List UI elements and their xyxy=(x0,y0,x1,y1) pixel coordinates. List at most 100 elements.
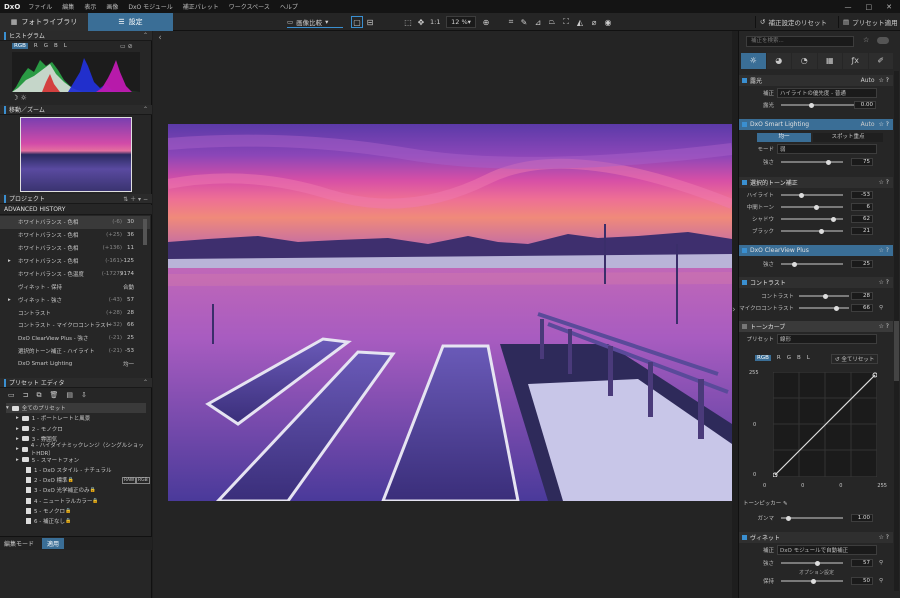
tone-blacks-knob[interactable] xyxy=(819,228,824,234)
menu-dxo-module[interactable]: DxO モジュール xyxy=(128,2,172,11)
toggle-switch[interactable] xyxy=(877,37,889,44)
curve-in-min[interactable]: 0 xyxy=(753,472,756,478)
preset-tree-item[interactable]: 2 - DxO 標準 🔒 RAW RGB xyxy=(6,475,150,485)
history-row[interactable]: コントラスト (+28) 28 xyxy=(0,306,150,319)
copy-icon[interactable]: ⧉ xyxy=(37,391,42,400)
expand-arrow-icon[interactable]: ▸ xyxy=(8,297,11,303)
exposure-header[interactable]: 露光 Auto ☆ ? xyxy=(739,75,893,86)
collapse-icon[interactable]: ⌃ xyxy=(143,106,148,113)
reset-corrections-button[interactable]: ↺ 補正設定のリセット xyxy=(755,16,833,28)
exposure-knob[interactable] xyxy=(809,102,814,108)
right-scrollbar[interactable] xyxy=(894,71,899,591)
channel-rgb[interactable]: RGB xyxy=(12,43,28,49)
expand-arrow-icon[interactable]: ▸ xyxy=(16,415,19,421)
color-tab-icon[interactable]: ◕ xyxy=(766,53,791,69)
menu-edit[interactable]: 編集 xyxy=(62,2,74,11)
tab-customize[interactable]: ☰ 設定 xyxy=(88,13,173,31)
curve-in-mid[interactable]: 0 xyxy=(753,422,756,428)
light-tab-icon[interactable]: ☼ xyxy=(741,53,766,69)
vignette-options-label[interactable]: オプション設定 xyxy=(799,569,834,576)
tonecurve-header[interactable]: トーンカーブ ☆ ? xyxy=(739,321,893,332)
smart-lighting-mode-select[interactable]: 弱 xyxy=(777,144,877,154)
retouch-icon[interactable]: ◭ xyxy=(574,16,586,28)
tonecurve-preset-select[interactable]: 線形 xyxy=(777,334,877,344)
search-input[interactable]: 補正を検索... xyxy=(746,36,854,47)
curve-in-max[interactable]: 255 xyxy=(749,370,759,376)
apply-mode-button[interactable]: 適用 xyxy=(42,538,65,549)
tc-channel-rgb[interactable]: RGB xyxy=(755,355,771,361)
vignette-strength-value[interactable]: 57 xyxy=(851,559,873,567)
zoom-1-1-button[interactable]: 1:1 xyxy=(430,16,440,28)
preset-tree-item[interactable]: ▾ 全てのプリセット xyxy=(6,403,146,413)
clearview-slider[interactable] xyxy=(781,263,843,265)
tc-channel-r[interactable]: R xyxy=(777,355,781,361)
split-view-icon[interactable]: ⊟ xyxy=(364,16,376,28)
history-row[interactable]: ホワイトバランス - 色相 (+25) 36 xyxy=(0,229,150,242)
maximize-button[interactable]: □ xyxy=(866,3,873,11)
smart-lighting-value[interactable]: 75 xyxy=(851,158,873,166)
history-row[interactable]: 選択的トーン補正 - ハイライト (-21) -53 xyxy=(0,345,150,358)
history-row[interactable]: DxO ClearView Plus - 強さ (-21) 25 xyxy=(0,332,150,345)
curve-out-3[interactable]: 255 xyxy=(877,483,887,489)
preset-tree-item[interactable]: ▸ 2 - モノクロ xyxy=(6,424,146,434)
clearview-header[interactable]: DxO ClearView Plus ☆ ? xyxy=(739,245,893,256)
micro-contrast-knob[interactable] xyxy=(834,305,839,311)
preset-tree-item[interactable]: 1 - DxO スタイル - ナチュラル xyxy=(6,465,146,475)
preset-tree-item[interactable]: 5 - モノクロ 🔒 xyxy=(6,506,146,516)
tc-channel-l[interactable]: L xyxy=(807,355,810,361)
clearview-knob[interactable] xyxy=(792,261,797,267)
channel-g[interactable]: G xyxy=(44,43,48,49)
history-scrollbar[interactable] xyxy=(143,219,147,245)
single-view-icon[interactable]: ▢ xyxy=(351,16,363,28)
project-controls[interactable]: ⇅ ＋ ▾ − xyxy=(123,194,148,203)
history-row[interactable]: ホワイトバランス - 色相 (-6) 30 xyxy=(0,216,150,229)
tc-channel-g[interactable]: G xyxy=(787,355,791,361)
history-row[interactable]: コントラスト - マイクロコントラスト (+32) 66 xyxy=(0,319,150,332)
collapse-left-icon[interactable]: ‹ xyxy=(153,31,167,45)
tone-highlights-knob[interactable] xyxy=(799,192,804,198)
eye-icon[interactable]: ◉ xyxy=(602,16,614,28)
preset-tree-item[interactable]: ▸ 4 - ハイダイナミックレンジ（シングルショットHDR） xyxy=(6,443,146,457)
new-folder-icon[interactable]: ▭ xyxy=(8,391,15,400)
history-row[interactable]: ホワイトバランス - 色温度 (-1727) 9174 xyxy=(0,268,150,281)
apply-preset-button[interactable]: ▤ プリセット適用 xyxy=(838,16,900,28)
exposure-value[interactable]: 0.00 xyxy=(854,101,876,109)
detail-tab-icon[interactable]: ◔ xyxy=(792,53,817,69)
local-adjust-icon[interactable]: ⛶ xyxy=(560,16,572,28)
history-row[interactable]: ▸ ホワイトバランス - 色相 (-161) -125 xyxy=(0,255,150,268)
preset-tree-item[interactable]: 6 - 補正なし 🔒 xyxy=(6,516,146,526)
preset-tree-item[interactable]: 4 - ニュートラルカラー 🔒 xyxy=(6,496,146,506)
preset-tree-item[interactable]: ▸ 5 - スマートフォン xyxy=(6,455,146,465)
history-row[interactable]: ホワイトバランス - 色相 (+136) 11 xyxy=(0,242,150,255)
uniform-button[interactable]: 均一 xyxy=(757,133,811,142)
vignette-keep-knob[interactable] xyxy=(811,578,816,584)
open-folder-icon[interactable]: ⊐ xyxy=(23,391,29,400)
contrast-header[interactable]: コントラスト ☆ ? xyxy=(739,277,893,288)
tone-blacks-value[interactable]: 21 xyxy=(851,227,873,235)
gamma-value[interactable]: 1.00 xyxy=(851,514,873,522)
wand-icon[interactable]: ⚲ xyxy=(879,578,883,584)
tone-midtones-knob[interactable] xyxy=(814,204,819,210)
expand-arrow-icon[interactable]: ▸ xyxy=(16,446,19,452)
collapse-icon[interactable]: ⌃ xyxy=(143,379,148,386)
fx-tab-icon[interactable]: ƒx xyxy=(843,53,868,69)
history-row[interactable]: ▸ ヴィネット - 強さ (-43) 57 xyxy=(0,293,150,306)
expand-arrow-icon[interactable]: ▾ xyxy=(6,405,9,411)
channel-r[interactable]: R xyxy=(34,43,38,49)
horizon-icon[interactable]: ⊿ xyxy=(532,16,544,28)
crop-icon[interactable]: ⌗ xyxy=(505,16,517,28)
tone-highlights-value[interactable]: -53 xyxy=(851,191,873,199)
zoom-select[interactable]: 12 % ▾ xyxy=(446,16,476,28)
history-row[interactable]: DxO Smart Lighting 均一 xyxy=(0,358,150,371)
exposure-mode-select[interactable]: ハイライトの優先度 - 普通 xyxy=(777,88,877,98)
vignette-header[interactable]: ヴィネット ☆ ? xyxy=(739,532,893,543)
clearview-value[interactable]: 25 xyxy=(851,260,873,268)
document-icon[interactable]: ▤ xyxy=(66,391,73,400)
micro-contrast-slider[interactable] xyxy=(799,307,849,309)
minimize-button[interactable]: — xyxy=(845,3,852,11)
channel-b[interactable]: B xyxy=(54,43,58,49)
smart-lighting-slider[interactable] xyxy=(781,161,843,163)
menu-file[interactable]: ファイル xyxy=(28,2,52,11)
vignette-strength-slider[interactable] xyxy=(781,562,843,564)
zoom-in-icon[interactable]: ⊕ xyxy=(480,16,492,28)
